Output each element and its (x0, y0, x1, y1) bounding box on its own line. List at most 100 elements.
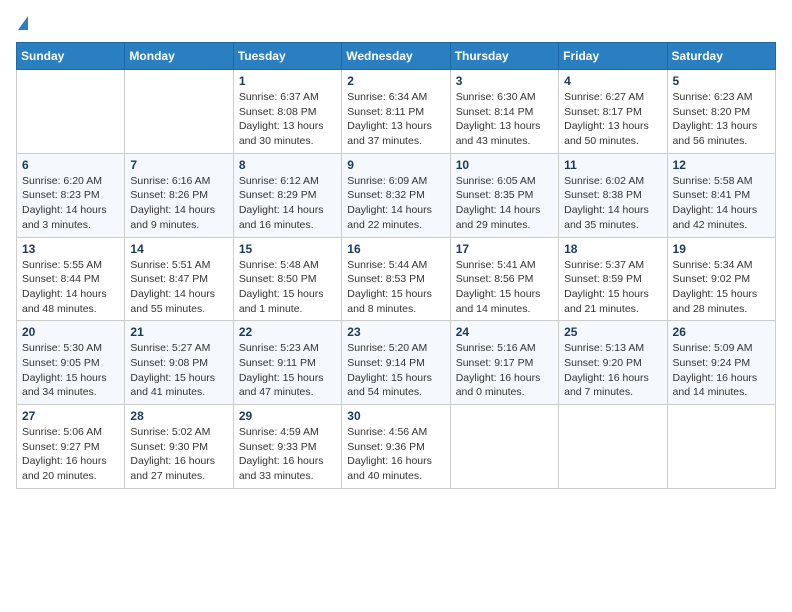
day-info: Sunrise: 6:37 AMSunset: 8:08 PMDaylight:… (239, 90, 336, 149)
day-info: Sunrise: 6:34 AMSunset: 8:11 PMDaylight:… (347, 90, 444, 149)
day-info: Sunrise: 5:51 AMSunset: 8:47 PMDaylight:… (130, 258, 227, 317)
day-number: 17 (456, 242, 553, 256)
calendar-cell: 15 Sunrise: 5:48 AMSunset: 8:50 PMDayligh… (233, 237, 341, 321)
day-number: 15 (239, 242, 336, 256)
calendar-cell: 8Sunrise: 6:12 AMSunset: 8:29 PMDaylight… (233, 153, 341, 237)
calendar-cell (559, 405, 667, 489)
day-info: Sunrise: 5:02 AMSunset: 9:30 PMDaylight:… (130, 425, 227, 484)
calendar-cell (667, 405, 775, 489)
day-info: Sunrise: 4:59 AMSunset: 9:33 PMDaylight:… (239, 425, 336, 484)
calendar-cell: 29 Sunrise: 4:59 AMSunset: 9:33 PMDayligh… (233, 405, 341, 489)
calendar-cell: 5Sunrise: 6:23 AMSunset: 8:20 PMDaylight… (667, 70, 775, 154)
calendar-week-row: 6Sunrise: 6:20 AMSunset: 8:23 PMDaylight… (17, 153, 776, 237)
calendar-cell: 19 Sunrise: 5:34 AMSunset: 9:02 PMDayligh… (667, 237, 775, 321)
day-number: 24 (456, 325, 553, 339)
day-number: 19 (673, 242, 770, 256)
day-number: 27 (22, 409, 119, 423)
calendar-cell: 23Sunrise: 5:20 AMSunset: 9:14 PMDayligh… (342, 321, 450, 405)
calendar-cell (450, 405, 558, 489)
day-number: 13 (22, 242, 119, 256)
day-info: Sunrise: 6:30 AMSunset: 8:14 PMDaylight:… (456, 90, 553, 149)
day-number: 6 (22, 158, 119, 172)
day-info: Sunrise: 5:13 AMSunset: 9:20 PMDaylight:… (564, 341, 661, 400)
calendar-header-row: SundayMondayTuesdayWednesdayThursdayFrid… (17, 43, 776, 70)
calendar-cell: 3 Sunrise: 6:30 AMSunset: 8:14 PMDaylight… (450, 70, 558, 154)
calendar-cell: 28 Sunrise: 5:02 AMSunset: 9:30 PMDayligh… (125, 405, 233, 489)
day-header-sunday: Sunday (17, 43, 125, 70)
calendar-cell: 20 Sunrise: 5:30 AMSunset: 9:05 PMDayligh… (17, 321, 125, 405)
day-header-saturday: Saturday (667, 43, 775, 70)
day-number: 9 (347, 158, 444, 172)
calendar-cell: 17 Sunrise: 5:41 AMSunset: 8:56 PMDayligh… (450, 237, 558, 321)
calendar-cell: 18Sunrise: 5:37 AMSunset: 8:59 PMDayligh… (559, 237, 667, 321)
calendar-cell: 7 Sunrise: 6:16 AMSunset: 8:26 PMDaylight… (125, 153, 233, 237)
calendar-cell: 21 Sunrise: 5:27 AMSunset: 9:08 PMDayligh… (125, 321, 233, 405)
calendar-cell: 14 Sunrise: 5:51 AMSunset: 8:47 PMDayligh… (125, 237, 233, 321)
calendar-cell: 4 Sunrise: 6:27 AMSunset: 8:17 PMDaylight… (559, 70, 667, 154)
calendar-week-row: 13 Sunrise: 5:55 AMSunset: 8:44 PMDayligh… (17, 237, 776, 321)
day-number: 4 (564, 74, 661, 88)
day-number: 11 (564, 158, 661, 172)
calendar-cell: 24 Sunrise: 5:16 AMSunset: 9:17 PMDayligh… (450, 321, 558, 405)
calendar-week-row: 27 Sunrise: 5:06 AMSunset: 9:27 PMDayligh… (17, 405, 776, 489)
day-header-monday: Monday (125, 43, 233, 70)
day-header-wednesday: Wednesday (342, 43, 450, 70)
day-number: 23 (347, 325, 444, 339)
day-info: Sunrise: 4:56 AMSunset: 9:36 PMDaylight:… (347, 425, 444, 484)
day-info: Sunrise: 5:41 AMSunset: 8:56 PMDaylight:… (456, 258, 553, 317)
day-number: 21 (130, 325, 227, 339)
day-info: Sunrise: 6:09 AMSunset: 8:32 PMDaylight:… (347, 174, 444, 233)
day-number: 18 (564, 242, 661, 256)
day-number: 3 (456, 74, 553, 88)
calendar-cell: 16Sunrise: 5:44 AMSunset: 8:53 PMDayligh… (342, 237, 450, 321)
calendar-cell (125, 70, 233, 154)
day-header-friday: Friday (559, 43, 667, 70)
day-number: 30 (347, 409, 444, 423)
day-number: 22 (239, 325, 336, 339)
day-number: 14 (130, 242, 227, 256)
logo (16, 16, 28, 30)
calendar-cell: 6Sunrise: 6:20 AMSunset: 8:23 PMDaylight… (17, 153, 125, 237)
day-info: Sunrise: 6:16 AMSunset: 8:26 PMDaylight:… (130, 174, 227, 233)
day-number: 1 (239, 74, 336, 88)
day-info: Sunrise: 6:05 AMSunset: 8:35 PMDaylight:… (456, 174, 553, 233)
day-info: Sunrise: 5:58 AMSunset: 8:41 PMDaylight:… (673, 174, 770, 233)
day-info: Sunrise: 5:09 AMSunset: 9:24 PMDaylight:… (673, 341, 770, 400)
day-info: Sunrise: 5:55 AMSunset: 8:44 PMDaylight:… (22, 258, 119, 317)
day-number: 28 (130, 409, 227, 423)
day-info: Sunrise: 5:16 AMSunset: 9:17 PMDaylight:… (456, 341, 553, 400)
calendar-cell: 27 Sunrise: 5:06 AMSunset: 9:27 PMDayligh… (17, 405, 125, 489)
day-number: 16 (347, 242, 444, 256)
day-info: Sunrise: 5:27 AMSunset: 9:08 PMDaylight:… (130, 341, 227, 400)
day-info: Sunrise: 6:27 AMSunset: 8:17 PMDaylight:… (564, 90, 661, 149)
day-number: 25 (564, 325, 661, 339)
day-info: Sunrise: 5:48 AMSunset: 8:50 PMDaylight:… (239, 258, 336, 317)
day-info: Sunrise: 6:02 AMSunset: 8:38 PMDaylight:… (564, 174, 661, 233)
day-number: 29 (239, 409, 336, 423)
logo-triangle-icon (18, 16, 28, 30)
calendar-cell: 11 Sunrise: 6:02 AMSunset: 8:38 PMDayligh… (559, 153, 667, 237)
day-number: 5 (673, 74, 770, 88)
calendar-cell: 1 Sunrise: 6:37 AMSunset: 8:08 PMDaylight… (233, 70, 341, 154)
calendar-cell: 12 Sunrise: 5:58 AMSunset: 8:41 PMDayligh… (667, 153, 775, 237)
calendar-cell: 22Sunrise: 5:23 AMSunset: 9:11 PMDayligh… (233, 321, 341, 405)
day-number: 8 (239, 158, 336, 172)
day-number: 7 (130, 158, 227, 172)
calendar-cell (17, 70, 125, 154)
day-info: Sunrise: 5:30 AMSunset: 9:05 PMDaylight:… (22, 341, 119, 400)
day-info: Sunrise: 5:34 AMSunset: 9:02 PMDaylight:… (673, 258, 770, 317)
calendar-cell: 25 Sunrise: 5:13 AMSunset: 9:20 PMDayligh… (559, 321, 667, 405)
calendar-cell: 26Sunrise: 5:09 AMSunset: 9:24 PMDayligh… (667, 321, 775, 405)
day-header-thursday: Thursday (450, 43, 558, 70)
calendar-cell: 30 Sunrise: 4:56 AMSunset: 9:36 PMDayligh… (342, 405, 450, 489)
calendar-week-row: 20 Sunrise: 5:30 AMSunset: 9:05 PMDayligh… (17, 321, 776, 405)
calendar-table: SundayMondayTuesdayWednesdayThursdayFrid… (16, 42, 776, 489)
day-info: Sunrise: 5:06 AMSunset: 9:27 PMDaylight:… (22, 425, 119, 484)
calendar-cell: 10 Sunrise: 6:05 AMSunset: 8:35 PMDayligh… (450, 153, 558, 237)
day-number: 2 (347, 74, 444, 88)
calendar-cell: 13 Sunrise: 5:55 AMSunset: 8:44 PMDayligh… (17, 237, 125, 321)
day-number: 10 (456, 158, 553, 172)
day-number: 12 (673, 158, 770, 172)
day-number: 20 (22, 325, 119, 339)
day-header-tuesday: Tuesday (233, 43, 341, 70)
